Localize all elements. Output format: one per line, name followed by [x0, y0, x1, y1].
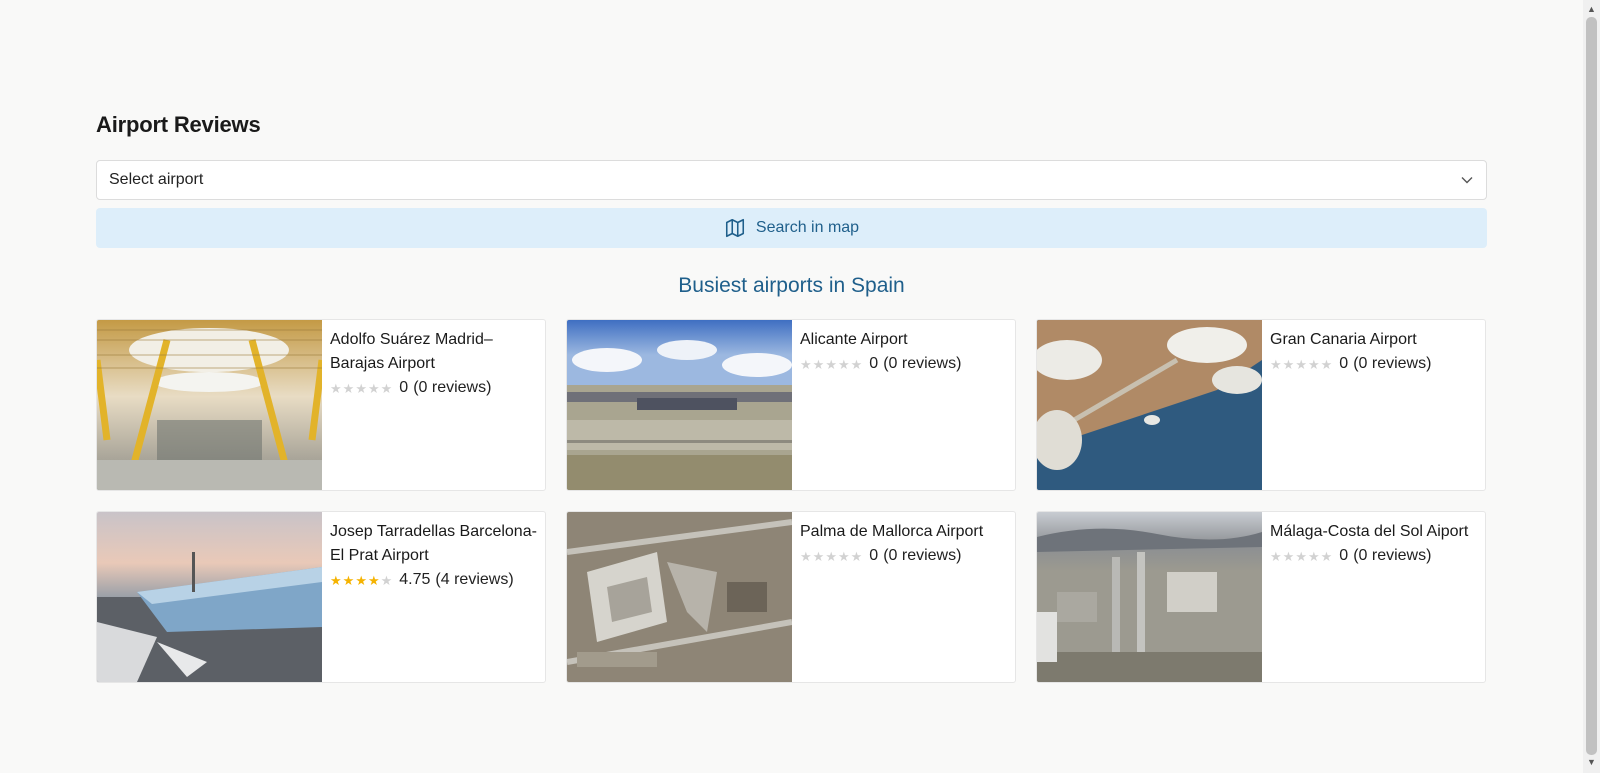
page-title: Airport Reviews [96, 112, 261, 137]
airport-info: Málaga-Costa del Sol Aiport ★ ★ ★ ★ ★ 0 (0 r… [1262, 512, 1476, 682]
scrollbar-thumb[interactable] [1586, 17, 1597, 755]
rating-score: 0 [869, 355, 879, 372]
star-icon: ★ [850, 548, 863, 564]
star-icon: ★ [1282, 548, 1295, 564]
star-icon: ★ [380, 572, 393, 588]
airport-rating: ★ ★ ★ ★ ★ 0 (0 reviews) [1270, 352, 1431, 376]
airport-name: Palma de Mallorca Airport [800, 523, 984, 540]
star-icon: ★ [380, 380, 393, 396]
star-icon: ★ [330, 572, 342, 588]
star-icon: ★ [837, 548, 850, 564]
star-rating: ★ ★ ★ ★ ★ [800, 358, 863, 371]
star-icon: ★ [355, 572, 367, 588]
airport-image [567, 512, 792, 682]
star-rating: ★ ★ ★ ★ ★ [1270, 550, 1333, 563]
star-icon: ★ [812, 548, 825, 564]
review-count: (0 reviews) [1353, 547, 1432, 564]
airport-name: Adolfo Suárez Madrid–Barajas Airport [330, 331, 493, 372]
star-icon: ★ [1307, 548, 1320, 564]
airport-rating: ★ ★ ★ ★ ★ 0 (0 reviews) [330, 376, 537, 400]
review-count: (4 reviews) [435, 571, 514, 588]
star-icon: ★ [837, 356, 850, 372]
airport-select[interactable]: Select airport [96, 160, 1487, 200]
star-icon: ★ [812, 356, 825, 372]
star-icon: ★ [850, 356, 863, 372]
review-count: (0 reviews) [413, 379, 492, 396]
section-title: Busiest airports in Spain [678, 274, 905, 297]
star-icon: ★ [800, 356, 812, 372]
rating-score: 0 [1339, 547, 1349, 564]
rating-score: 0 [399, 379, 409, 396]
map-icon [724, 217, 746, 239]
star-icon: ★ [1320, 548, 1333, 564]
airport-image [567, 320, 792, 490]
airport-image [97, 512, 322, 682]
airport-card[interactable]: Gran Canaria Airport ★ ★ ★ ★ ★ 0 (0 reviews) [1036, 319, 1486, 491]
airport-grid: Adolfo Suárez Madrid–Barajas Airport ★ ★ ★… [96, 319, 1487, 683]
scroll-down-icon[interactable]: ▼ [1587, 757, 1596, 767]
rating-score: 4.75 [399, 571, 431, 588]
airport-name: Alicante Airport [800, 331, 908, 348]
rating-score: 0 [1339, 355, 1349, 372]
airport-select-value: Select airport [109, 171, 204, 188]
star-icon: ★ [355, 380, 367, 396]
review-count: (0 reviews) [883, 355, 962, 372]
airport-info: Palma de Mallorca Airport ★ ★ ★ ★ ★ 0 (0 rev… [792, 512, 991, 682]
airport-card[interactable]: Adolfo Suárez Madrid–Barajas Airport ★ ★ ★… [96, 319, 546, 491]
airport-rating: ★ ★ ★ ★ ★ 0 (0 reviews) [800, 544, 983, 568]
star-icon: ★ [800, 548, 812, 564]
star-icon: ★ [825, 356, 837, 372]
airport-rating: ★ ★ ★ ★ ★ 0 (0 reviews) [800, 352, 961, 376]
airport-card[interactable]: Málaga-Costa del Sol Aiport ★ ★ ★ ★ ★ 0 (0 r… [1036, 511, 1486, 683]
page-scrollbar[interactable]: ▲ ▼ [1583, 0, 1600, 773]
star-rating: ★ ★ ★ ★ ★ [1270, 358, 1333, 371]
star-icon: ★ [342, 380, 355, 396]
star-icon: ★ [1320, 356, 1333, 372]
star-icon: ★ [330, 380, 342, 396]
star-icon: ★ [1270, 356, 1282, 372]
search-in-map-button[interactable]: Search in map [96, 208, 1487, 248]
review-count: (0 reviews) [883, 547, 962, 564]
airport-rating: ★ ★ ★ ★ ★ 0 (0 reviews) [1270, 544, 1468, 568]
star-icon: ★ [1295, 356, 1307, 372]
star-icon: ★ [1307, 356, 1320, 372]
airport-info: Josep Tarradellas Barcelona-El Prat Airp… [322, 512, 545, 682]
chevron-down-icon [1460, 173, 1474, 187]
airport-image [1037, 320, 1262, 490]
star-rating: ★ ★ ★ ★ ★ [330, 574, 393, 587]
airport-name: Josep Tarradellas Barcelona-El Prat Airp… [330, 523, 537, 564]
star-icon: ★ [342, 572, 355, 588]
star-icon: ★ [1282, 356, 1295, 372]
airport-rating: ★ ★ ★ ★ ★ 4.75 (4 reviews) [330, 568, 537, 592]
airport-info: Alicante Airport ★ ★ ★ ★ ★ 0 (0 reviews) [792, 320, 969, 490]
airport-info: Adolfo Suárez Madrid–Barajas Airport ★ ★ ★… [322, 320, 545, 490]
airport-card[interactable]: Palma de Mallorca Airport ★ ★ ★ ★ ★ 0 (0 rev… [566, 511, 1016, 683]
star-icon: ★ [367, 380, 380, 396]
star-rating: ★ ★ ★ ★ ★ [800, 550, 863, 563]
review-count: (0 reviews) [1353, 355, 1432, 372]
star-icon: ★ [1295, 548, 1307, 564]
star-icon: ★ [367, 572, 380, 588]
airport-name: Gran Canaria Airport [1270, 331, 1417, 348]
rating-score: 0 [869, 547, 879, 564]
airport-image [97, 320, 322, 490]
star-rating: ★ ★ ★ ★ ★ [330, 382, 393, 395]
airport-card[interactable]: Alicante Airport ★ ★ ★ ★ ★ 0 (0 reviews) [566, 319, 1016, 491]
airport-image [1037, 512, 1262, 682]
star-icon: ★ [1270, 548, 1282, 564]
airport-card[interactable]: Josep Tarradellas Barcelona-El Prat Airp… [96, 511, 546, 683]
search-in-map-label: Search in map [755, 219, 860, 236]
airport-info: Gran Canaria Airport ★ ★ ★ ★ ★ 0 (0 reviews) [1262, 320, 1439, 490]
airport-name: Málaga-Costa del Sol Aiport [1270, 523, 1469, 540]
star-icon: ★ [825, 548, 837, 564]
scroll-up-icon[interactable]: ▲ [1587, 4, 1596, 14]
